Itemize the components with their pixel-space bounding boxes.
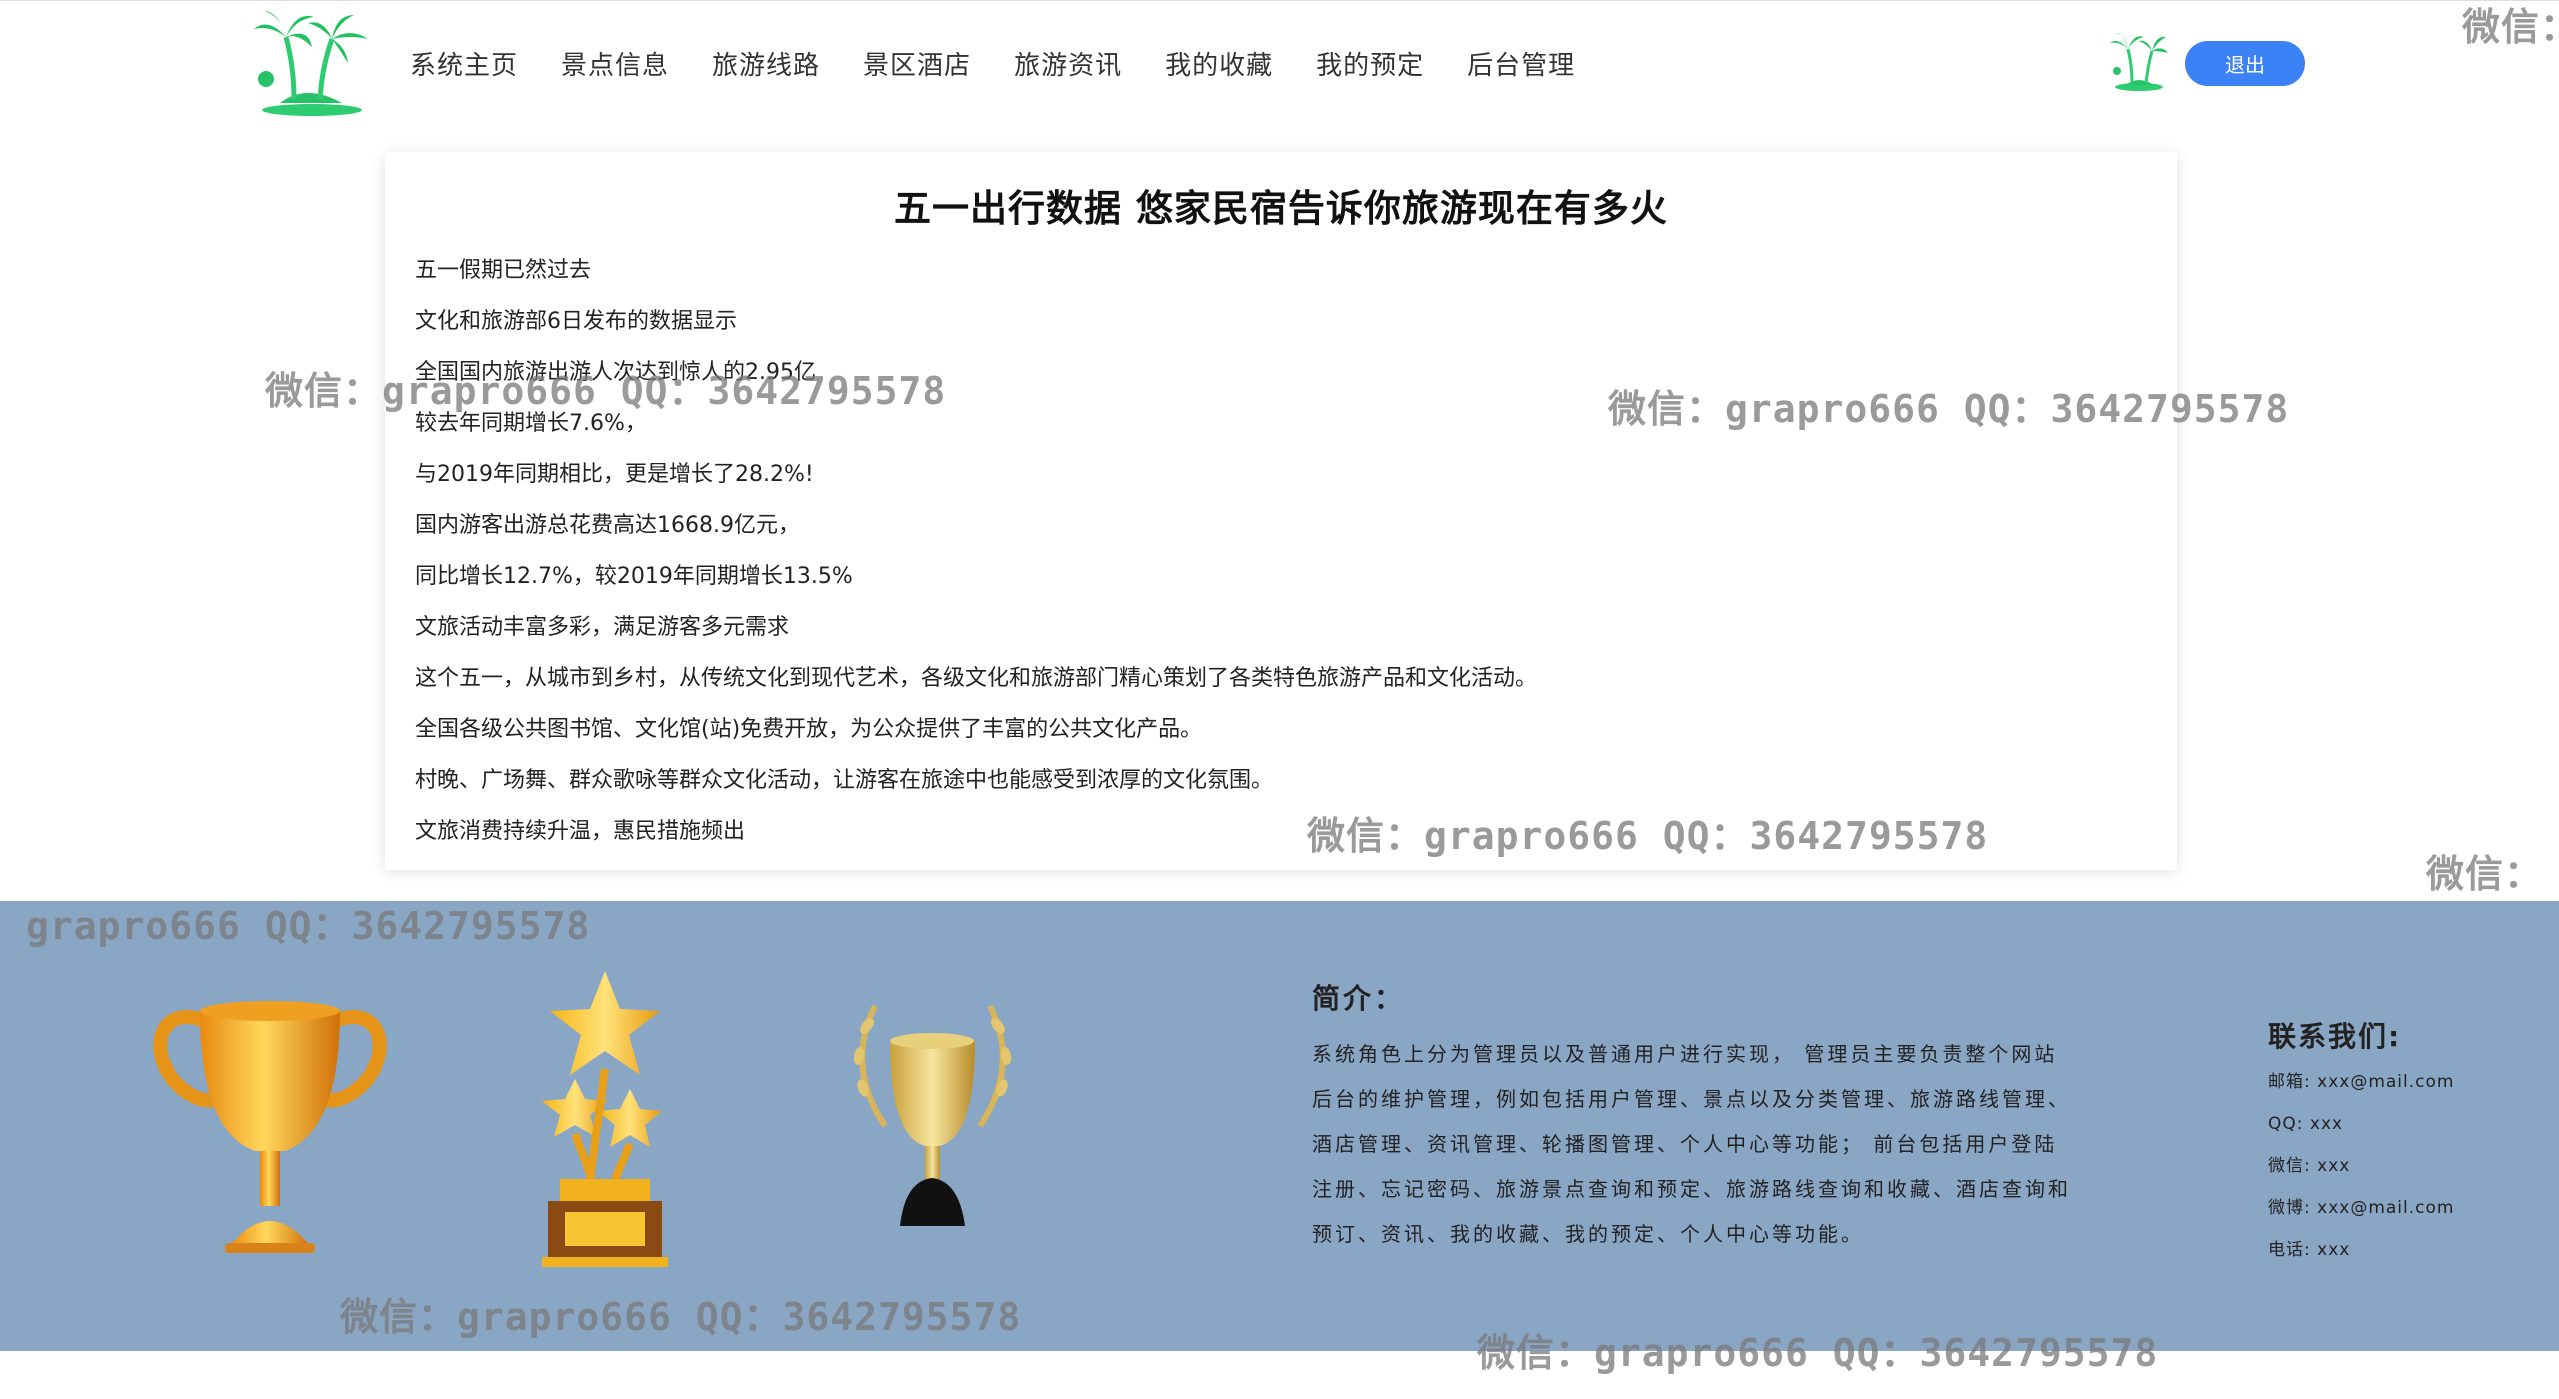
article-paragraph: 国内游客出游总花费高达1668.9亿元， bbox=[415, 513, 800, 538]
palm-tree-avatar[interactable] bbox=[2108, 31, 2170, 93]
nav-news[interactable]: 旅游资讯 bbox=[1014, 45, 1122, 82]
watermark: grapro666 QQ：3642795578 bbox=[26, 904, 591, 948]
nav-routes[interactable]: 旅游线路 bbox=[712, 45, 820, 82]
site-footer: 简介： 系统角色上分为管理员以及普通用户进行实现， 管理员主要负责整个网站后台的… bbox=[0, 901, 2559, 1351]
contact-title: 联系我们: bbox=[2268, 1020, 2402, 1053]
nav-admin[interactable]: 后台管理 bbox=[1467, 45, 1575, 82]
article-paragraph: 与2019年同期相比，更是增长了28.2%! bbox=[415, 462, 814, 487]
watermark: 微信： bbox=[2462, 5, 2559, 49]
contact-email: 邮箱: xxx@mail.com bbox=[2268, 1072, 2455, 1092]
watermark: 微信：grapro666 QQ：3642795578 bbox=[1608, 387, 2290, 431]
nav-attractions[interactable]: 景点信息 bbox=[561, 45, 669, 82]
watermark: 微信：grapro666 QQ：3642795578 bbox=[265, 369, 947, 413]
contact-qq: QQ: xxx bbox=[2268, 1114, 2344, 1134]
article-paragraph: 文化和旅游部6日发布的数据显示 bbox=[415, 309, 737, 334]
contact-weibo: 微博: xxx@mail.com bbox=[2268, 1198, 2455, 1218]
nav-favorites[interactable]: 我的收藏 bbox=[1165, 45, 1273, 82]
watermark: 微信：grapro666 QQ：3642795578 bbox=[1307, 814, 1989, 858]
article-paragraph: 全国各级公共图书馆、文化馆(站)免费开放，为公众提供了丰富的公共文化产品。 bbox=[415, 717, 1203, 742]
article-title: 五一出行数据 悠家民宿告诉你旅游现在有多火 bbox=[894, 187, 1668, 230]
intro-title: 简介： bbox=[1312, 982, 1406, 1015]
watermark: 微信：grapro666 QQ：3642795578 bbox=[340, 1295, 1022, 1339]
logout-button[interactable]: 退出 bbox=[2185, 41, 2305, 86]
palm-tree-island-logo[interactable] bbox=[250, 7, 372, 119]
top-header: 系统主页 景点信息 旅游线路 景区酒店 旅游资讯 我的收藏 我的预定 后台管理 … bbox=[0, 0, 2559, 130]
article-paragraph: 五一假期已然过去 bbox=[415, 258, 592, 283]
gold-cup-trophy bbox=[153, 1001, 387, 1253]
article-paragraph: 这个五一，从城市到乡村，从传统文化到现代艺术，各级文化和旅游部门精心策划了各类特… bbox=[415, 666, 1538, 691]
laurel-trophy bbox=[853, 1004, 1012, 1226]
article-paragraph: 同比增长12.7%，较2019年同期增长13.5% bbox=[415, 564, 853, 589]
contact-phone: 电话: xxx bbox=[2268, 1240, 2351, 1260]
watermark: 微信： bbox=[2426, 852, 2544, 896]
article-paragraph: 文旅活动丰富多彩，满足游客多元需求 bbox=[415, 615, 790, 640]
article-paragraph: 村晚、广场舞、群众歌咏等群众文化活动，让游客在旅途中也能感受到浓厚的文化氛围。 bbox=[415, 768, 1274, 793]
main-nav: 系统主页 景点信息 旅游线路 景区酒店 旅游资讯 我的收藏 我的预定 后台管理 bbox=[410, 41, 1618, 85]
star-trophy bbox=[542, 971, 668, 1267]
nav-bookings[interactable]: 我的预定 bbox=[1316, 45, 1424, 82]
contact-wechat: 微信: xxx bbox=[2268, 1156, 2351, 1176]
contact-list: 邮箱: xxx@mail.com QQ: xxx 微信: xxx 微博: xxx… bbox=[2268, 1061, 2454, 1271]
article-card: 五一出行数据 悠家民宿告诉你旅游现在有多火 五一假期已然过去 文化和旅游部6日发… bbox=[385, 152, 2177, 870]
article-body: 五一假期已然过去 文化和旅游部6日发布的数据显示 全国国内旅游出游人次达到惊人的… bbox=[415, 245, 2135, 857]
nav-hotels[interactable]: 景区酒店 bbox=[863, 45, 971, 82]
nav-home[interactable]: 系统主页 bbox=[410, 45, 518, 82]
intro-text: 系统角色上分为管理员以及普通用户进行实现， 管理员主要负责整个网站后台的维护管理… bbox=[1312, 1042, 2071, 1246]
watermark: 微信：grapro666 QQ：3642795578 bbox=[1477, 1331, 2159, 1375]
